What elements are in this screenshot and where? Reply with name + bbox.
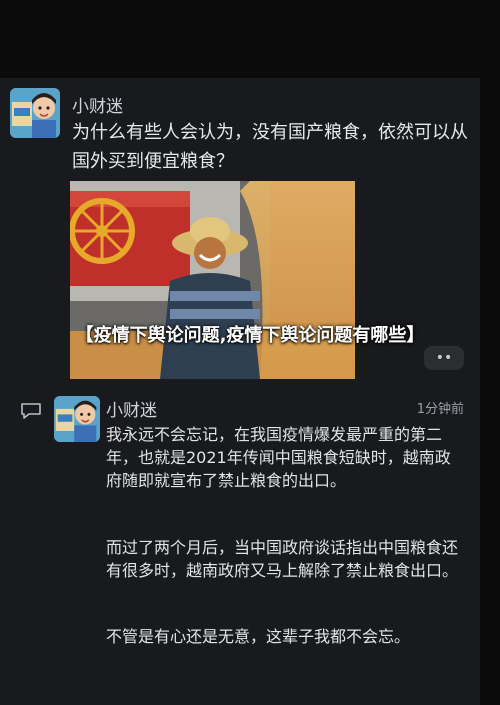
- post-author-avatar[interactable]: [10, 88, 60, 138]
- comment-paragraph-1: 我永远不会忘记，在我国疫情爆发最严重的第二年，也就是2021年传闻中国粮食短缺时…: [106, 425, 451, 490]
- comment-author-avatar[interactable]: [54, 396, 100, 442]
- more-options-button[interactable]: ••: [424, 346, 464, 370]
- overlay-article-title[interactable]: 【疫情下舆论问题,疫情下舆论问题有哪些】: [70, 324, 430, 348]
- comment-paragraph-2: 而过了两个月后，当中国政府谈话指出中国粮食还有很多时，越南政府又马上解除了禁止粮…: [106, 538, 459, 580]
- comment-paragraph-3: 不管是有心还是无意，这辈子我都不会忘。: [106, 627, 411, 646]
- post-image[interactable]: [70, 181, 355, 379]
- post-author-name[interactable]: 小财迷: [72, 92, 123, 117]
- comment-icon[interactable]: [20, 402, 42, 420]
- post-question: 为什么有些人会认为，没有国产粮食，依然可以从国外买到便宜粮食？: [72, 122, 468, 172]
- comment-timestamp: 1分钟前: [416, 402, 464, 417]
- comment-author-name[interactable]: 小财迷: [106, 396, 157, 421]
